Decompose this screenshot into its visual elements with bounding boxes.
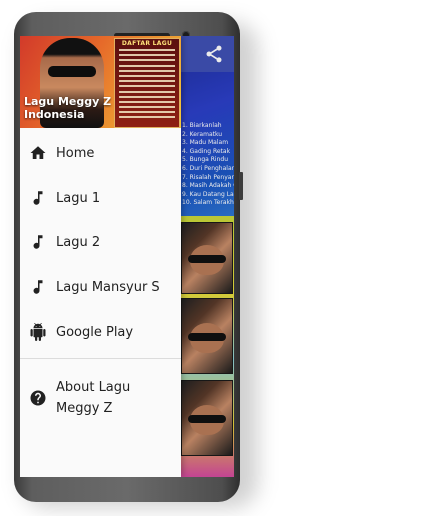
- android-icon: [30, 323, 46, 341]
- nav-item-label: About Lagu Meggy Z: [56, 377, 176, 419]
- nav-item-lagu-1[interactable]: Lagu 1: [20, 176, 181, 220]
- music-note-icon: [33, 191, 43, 205]
- nav-item-home[interactable]: Home: [20, 131, 181, 175]
- nav-item-label: Google Play: [56, 324, 134, 340]
- nav-item-label: Lagu 1: [56, 190, 101, 206]
- volume-button: [239, 172, 243, 200]
- music-note-icon: [33, 280, 43, 294]
- about-label-line2: Meggy Z: [56, 401, 113, 416]
- home-icon: [30, 146, 46, 159]
- drawer-title-text: Lagu Meggy Z: [24, 95, 112, 108]
- drawer-title: Lagu Meggy Z Indonesia: [24, 95, 181, 121]
- nav-item-label: Lagu Mansyur S: [56, 279, 160, 295]
- phone-screen: 1. Biarkanlah 2. Keramatku 3. Madu Malam…: [20, 36, 234, 477]
- nav-item-lagu-mansyur-s[interactable]: Lagu Mansyur S: [20, 265, 181, 309]
- nav-item-google-play[interactable]: Google Play: [20, 310, 181, 354]
- about-label-line1: About Lagu: [56, 380, 131, 395]
- nav-item-lagu-2[interactable]: Lagu 2: [20, 220, 181, 264]
- drawer-divider: [20, 358, 181, 359]
- drawer-subtitle: Indonesia: [24, 108, 85, 121]
- sunglasses: [48, 66, 96, 77]
- nav-item-label: Home: [56, 145, 95, 161]
- music-note-icon: [33, 235, 43, 249]
- navigation-drawer: DAFTAR LAGU Lagu Meggy Z Indonesia Home …: [20, 36, 181, 477]
- help-circle-icon: [30, 390, 46, 406]
- drawer-header: DAFTAR LAGU Lagu Meggy Z Indonesia: [20, 36, 181, 128]
- nav-item-label: Lagu 2: [56, 234, 101, 250]
- poster-heading: DAFTAR LAGU: [121, 40, 173, 47]
- nav-item-about[interactable]: About Lagu Meggy Z: [20, 374, 181, 422]
